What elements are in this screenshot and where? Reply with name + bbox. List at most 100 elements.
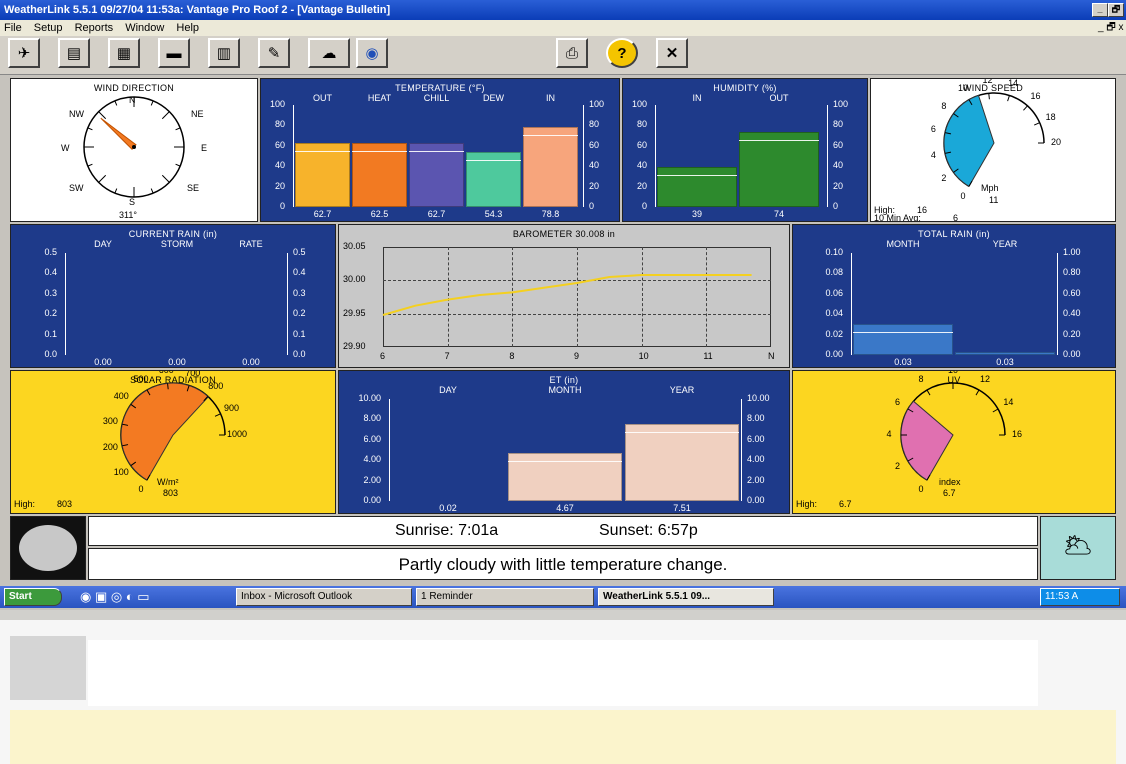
bar-marker <box>409 151 464 153</box>
station-icon[interactable]: ✈ <box>8 38 40 68</box>
gauge-tick <box>214 413 221 417</box>
y-tick-right: 2.00 <box>747 474 765 485</box>
task-outlook[interactable]: Inbox - Microsoft Outlook <box>236 588 412 606</box>
y-tick-right: 80 <box>833 119 844 130</box>
wind-direction-panel: WIND DIRECTION N NE E SE S SW W NW 311° <box>10 78 258 222</box>
y-tick-left: 0.10 <box>825 247 843 257</box>
y-tick-right: 20 <box>833 180 844 191</box>
y-tick-left: 0.5 <box>44 247 57 257</box>
bar <box>352 143 407 207</box>
bar <box>625 424 739 501</box>
y-tick-left: 4.00 <box>363 454 381 465</box>
y-axis-right <box>741 399 742 501</box>
humidity-title: HUMIDITY (%) <box>713 83 777 93</box>
category-label: OUT <box>313 93 332 103</box>
category-label: MONTH <box>548 385 582 395</box>
summary-icon[interactable]: ▤ <box>58 38 90 68</box>
menu-window[interactable]: Window <box>125 22 164 34</box>
sun-times-panel: Sunrise: 7:01a Sunset: 6:57p <box>88 516 1038 546</box>
value-label: 0.03 <box>894 357 912 367</box>
y-tick-right: 0.2 <box>293 308 306 319</box>
bar <box>523 126 578 207</box>
y-tick-left: 0.4 <box>44 267 57 278</box>
gauge-scale-label: 600 <box>158 370 174 376</box>
bar-marker <box>466 159 521 161</box>
gauge-scale-label: 18 <box>1045 111 1056 122</box>
moon-phase-panel <box>10 516 86 580</box>
weather-cloud-icon[interactable]: ☁ <box>308 38 350 68</box>
y-tick-left: 0.00 <box>825 349 843 359</box>
notes-icon[interactable]: ✎ <box>258 38 290 68</box>
y-tick-left: 0.02 <box>825 328 843 339</box>
bulletin-icon[interactable]: ▦ <box>108 38 140 68</box>
y-tick-right: 0.60 <box>1063 287 1081 298</box>
print-icon[interactable]: ⎙ <box>556 38 588 68</box>
y-tick-left: 6.00 <box>363 433 381 444</box>
bar <box>295 143 350 207</box>
menu-setup[interactable]: Setup <box>34 22 63 34</box>
y-tick-right: 0.0 <box>293 349 306 359</box>
help-icon[interactable]: ? <box>606 38 638 68</box>
value-label: 54.3 <box>484 209 503 219</box>
y-tick-right: 0.40 <box>1063 308 1081 319</box>
menu-reports[interactable]: Reports <box>75 22 114 34</box>
value-label: 62.7 <box>313 209 332 219</box>
reflection-yellow <box>10 710 1116 764</box>
start-button[interactable]: Start <box>4 588 62 606</box>
y-tick-right: 40 <box>589 160 600 171</box>
mdi-controls[interactable]: _ 🗗 x <box>1098 20 1124 36</box>
menu-help[interactable]: Help <box>176 22 199 34</box>
value-label: 4.67 <box>556 503 574 513</box>
gauge-fill <box>120 382 209 481</box>
quick-launch-icons[interactable]: ◉ ▣ ◎ ◐ ▭ <box>80 589 150 605</box>
gauge-scale-label: 6 <box>930 124 936 135</box>
et-panel: ET (in) 10.00 8.00 6.00 4.00 2.00 0.00 10.00 8.… <box>338 370 790 514</box>
y-tick-right: 8.00 <box>747 413 765 424</box>
y-tick-left: 20 <box>636 180 647 191</box>
bar-marker <box>508 461 622 463</box>
y-tick-left: 40 <box>274 160 285 171</box>
toolbar: ✈ ▤ ▦ ▬ ▥ ✎ ☁ ◉ ⎙ ? ✕ <box>0 36 1126 75</box>
task-weatherlink[interactable]: WeatherLink 5.5.1 09... <box>598 588 774 606</box>
gauge-scale-label: 2 <box>895 461 901 471</box>
compass-sw: SW <box>69 183 84 193</box>
value-label: 78.8 <box>541 209 560 219</box>
y-axis-right <box>827 105 828 207</box>
category-label: DAY <box>439 385 457 395</box>
gauge-tick <box>926 389 931 396</box>
task-reminder[interactable]: 1 Reminder <box>416 588 594 606</box>
y-tick-left: 0.08 <box>825 267 843 278</box>
y-tick-right: 0.4 <box>293 267 306 278</box>
current-rain-panel: CURRENT RAIN (in) 0.5 0.4 0.3 0.2 0.1 0.0 0.5 0… <box>10 224 336 368</box>
y-tick-left: 0.3 <box>44 287 57 298</box>
menu-file[interactable]: File <box>4 22 22 34</box>
y-tick-left: 60 <box>636 139 647 150</box>
bar <box>853 324 953 355</box>
menu-bar: File Setup Reports Window Help _ 🗗 x <box>0 20 1126 36</box>
gauge-scale-label: 1000 <box>227 429 248 439</box>
category-label: OUT <box>769 93 789 103</box>
gauge <box>943 92 1045 187</box>
y-tick-right: 100 <box>833 99 849 109</box>
y-tick-left: 0.0 <box>44 349 57 359</box>
exit-icon[interactable]: ✕ <box>656 38 688 68</box>
strip-chart-icon[interactable]: ▥ <box>208 38 240 68</box>
y-tick-left: 0.04 <box>825 308 843 319</box>
y-axis-left <box>655 105 656 207</box>
gauge-scale-label: 16 <box>1011 429 1022 439</box>
sunrise-text: Sunrise: 7:01a <box>395 522 499 539</box>
gauge <box>900 382 1006 481</box>
noaa-icon[interactable]: ◉ <box>356 38 388 68</box>
category-label: RATE <box>239 239 263 249</box>
restore-button[interactable]: 🗗 <box>1108 3 1124 17</box>
window-title: WeatherLink 5.5.1 09/27/04 11:53a: Vanta… <box>4 4 391 16</box>
bar <box>739 131 819 207</box>
humidity-panel: HUMIDITY (%) 100 80 60 40 20 0 100 80 60 40 20 0 IN 3… <box>622 78 868 222</box>
total-rain-panel: TOTAL RAIN (in) 0.10 0.08 0.06 0.04 0.02 0.00… <box>792 224 1116 368</box>
minimize-button[interactable]: _ <box>1092 3 1108 17</box>
graph-icon[interactable]: ▬ <box>158 38 190 68</box>
compass-se: SE <box>187 183 200 193</box>
y-axis-left <box>389 399 390 501</box>
category-label: HEAT <box>367 93 392 103</box>
y-tick-right: 0 <box>833 201 839 211</box>
